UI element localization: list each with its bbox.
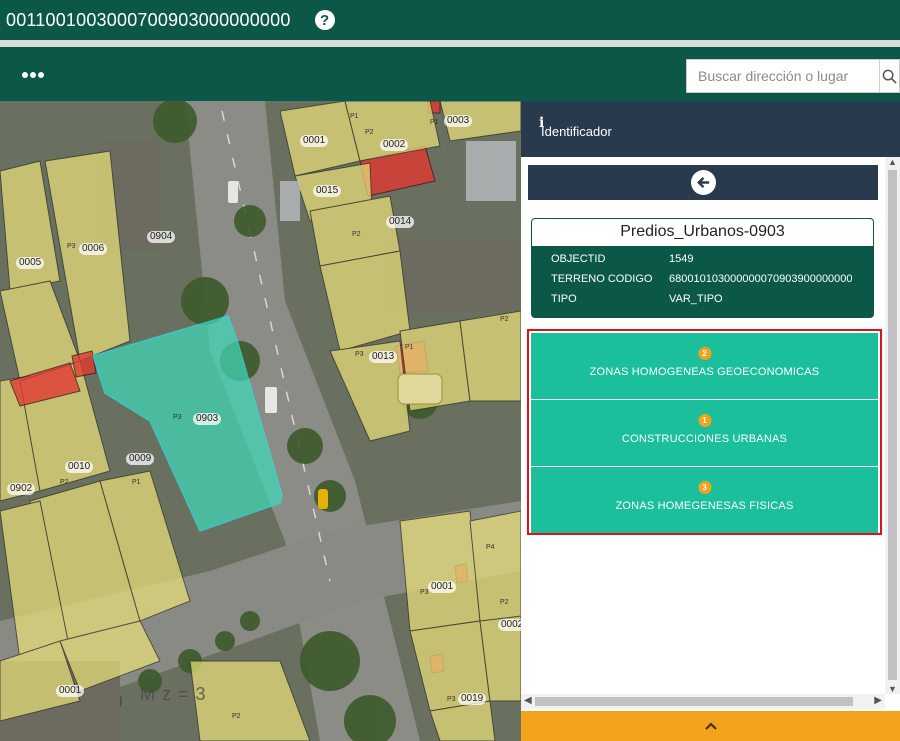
part-label: P2 <box>365 129 374 136</box>
parcel-label: 0005 <box>16 257 45 269</box>
parcel-label: 0006 <box>79 243 108 255</box>
parcel-label: 0002 <box>380 139 409 151</box>
scrollbar-thumb[interactable] <box>535 697 853 706</box>
parcel-label: 0001 <box>56 685 85 697</box>
part-label: P2 <box>60 479 69 486</box>
parcel-label: 0902 <box>7 483 36 495</box>
related-label: ZONAS HOMOGENEAS GEOECONOMICAS <box>589 366 820 378</box>
chevron-up-icon[interactable]: ▲ <box>888 157 897 167</box>
related-records-group: 2 ZONAS HOMOGENEAS GEOECONOMICAS 1 CONST… <box>527 329 882 535</box>
panel-header: i Identificador <box>521 101 900 157</box>
feature-title: Predios_Urbanos-0903 <box>532 219 873 246</box>
search-button[interactable] <box>879 60 899 92</box>
search-icon <box>882 69 897 84</box>
related-label: CONSTRUCCIONES URBANAS <box>621 433 788 445</box>
chevron-right-icon[interactable]: ▶ <box>874 695 882 706</box>
satellite-map-layer <box>0 101 521 741</box>
back-button[interactable] <box>528 165 878 200</box>
more-dots-icon[interactable] <box>22 67 44 81</box>
part-label: P1 <box>350 113 359 120</box>
parcel-label: 0003 <box>444 115 473 127</box>
map-toolbar <box>0 47 900 101</box>
count-badge: 1 <box>698 414 711 427</box>
part-label: P3 <box>447 696 456 703</box>
count-badge: 3 <box>698 481 711 494</box>
search-box <box>686 59 900 93</box>
part-label: P2 <box>500 316 509 323</box>
parcel-label: 0903 <box>193 413 222 425</box>
identify-panel: i Identificador Predios_Urbanos-0903 OBJ… <box>521 101 900 741</box>
attribute-row: TERRENO CODIGO 6800101030000000709039000… <box>531 269 874 289</box>
related-label: ZONAS HOMEGENESAS FISICAS <box>615 500 794 512</box>
question-circle-icon[interactable]: ? <box>314 10 335 30</box>
parcel-label: 0015 <box>313 185 342 197</box>
parcel-label: 0010 <box>65 461 94 473</box>
related-zonas-fisicas-button[interactable]: 3 ZONAS HOMEGENESAS FISICAS <box>531 467 878 533</box>
attribute-row: TIPO VAR_TIPO <box>531 289 874 309</box>
attribute-key: TIPO <box>551 293 577 305</box>
parcel-label: 0009 <box>126 453 155 465</box>
part-label: P3 <box>67 243 76 250</box>
part-label: P3 <box>355 351 364 358</box>
attribute-key: OBJECTID <box>551 253 606 265</box>
block-label: M z = 3 <box>140 684 207 704</box>
parcel-label: 0014 <box>386 216 415 228</box>
part-label: P2 <box>352 231 361 238</box>
parcel-label: 0001 <box>428 581 457 593</box>
panel-collapse-button[interactable] <box>521 711 900 741</box>
attribute-value: 680010103000000070903900000000 <box>669 273 853 285</box>
horizontal-scrollbar[interactable]: ◀ ▶ <box>521 694 885 709</box>
parcel-label: 0002 <box>498 619 521 631</box>
part-label: P2 <box>500 599 509 606</box>
related-zonas-geoeconomicas-button[interactable]: 2 ZONAS HOMOGENEAS GEOECONOMICAS <box>531 333 878 399</box>
part-label: P3 <box>173 414 182 421</box>
parcel-label: 0013 <box>369 351 398 363</box>
part-label: P3 <box>420 589 429 596</box>
part-label: P1 <box>405 344 414 351</box>
part-label: P4 <box>486 544 495 551</box>
attribute-row: OBJECTID 1549 <box>531 249 874 269</box>
map-view[interactable]: 0003 0001 0002 0015 0014 0904 0006 0005 … <box>0 101 521 741</box>
feature-attributes-card: Predios_Urbanos-0903 OBJECTID 1549 TERRE… <box>531 218 874 318</box>
parcel-label: 0904 <box>147 231 176 243</box>
parcel-label: 0001 <box>300 135 329 147</box>
app-title-bar: 0011001003000700903000000000 ? <box>0 0 900 40</box>
panel-title: Identificador <box>541 124 612 139</box>
vertical-scrollbar[interactable]: ▲ ▼ <box>885 157 900 694</box>
attribute-key: TERRENO CODIGO <box>551 273 653 285</box>
search-input[interactable] <box>687 60 879 92</box>
part-label: P2 <box>232 713 241 720</box>
title-bar-divider <box>0 40 900 47</box>
arrow-left-icon <box>690 170 716 195</box>
related-construcciones-button[interactable]: 1 CONSTRUCCIONES URBANAS <box>531 400 878 466</box>
part-label: P1 <box>430 119 439 126</box>
scrollbar-thumb[interactable] <box>888 170 897 680</box>
part-label: P1 <box>132 479 141 486</box>
chevron-left-icon[interactable]: ◀ <box>524 695 532 706</box>
chevron-down-icon[interactable]: ▼ <box>888 684 897 694</box>
app-title: 0011001003000700903000000000 <box>6 9 291 30</box>
attribute-value: 1549 <box>669 253 694 265</box>
chevron-up-icon <box>704 722 717 730</box>
parcel-label: 0019 <box>458 693 487 705</box>
attribute-value: VAR_TIPO <box>669 293 723 305</box>
count-badge: 2 <box>698 347 711 360</box>
